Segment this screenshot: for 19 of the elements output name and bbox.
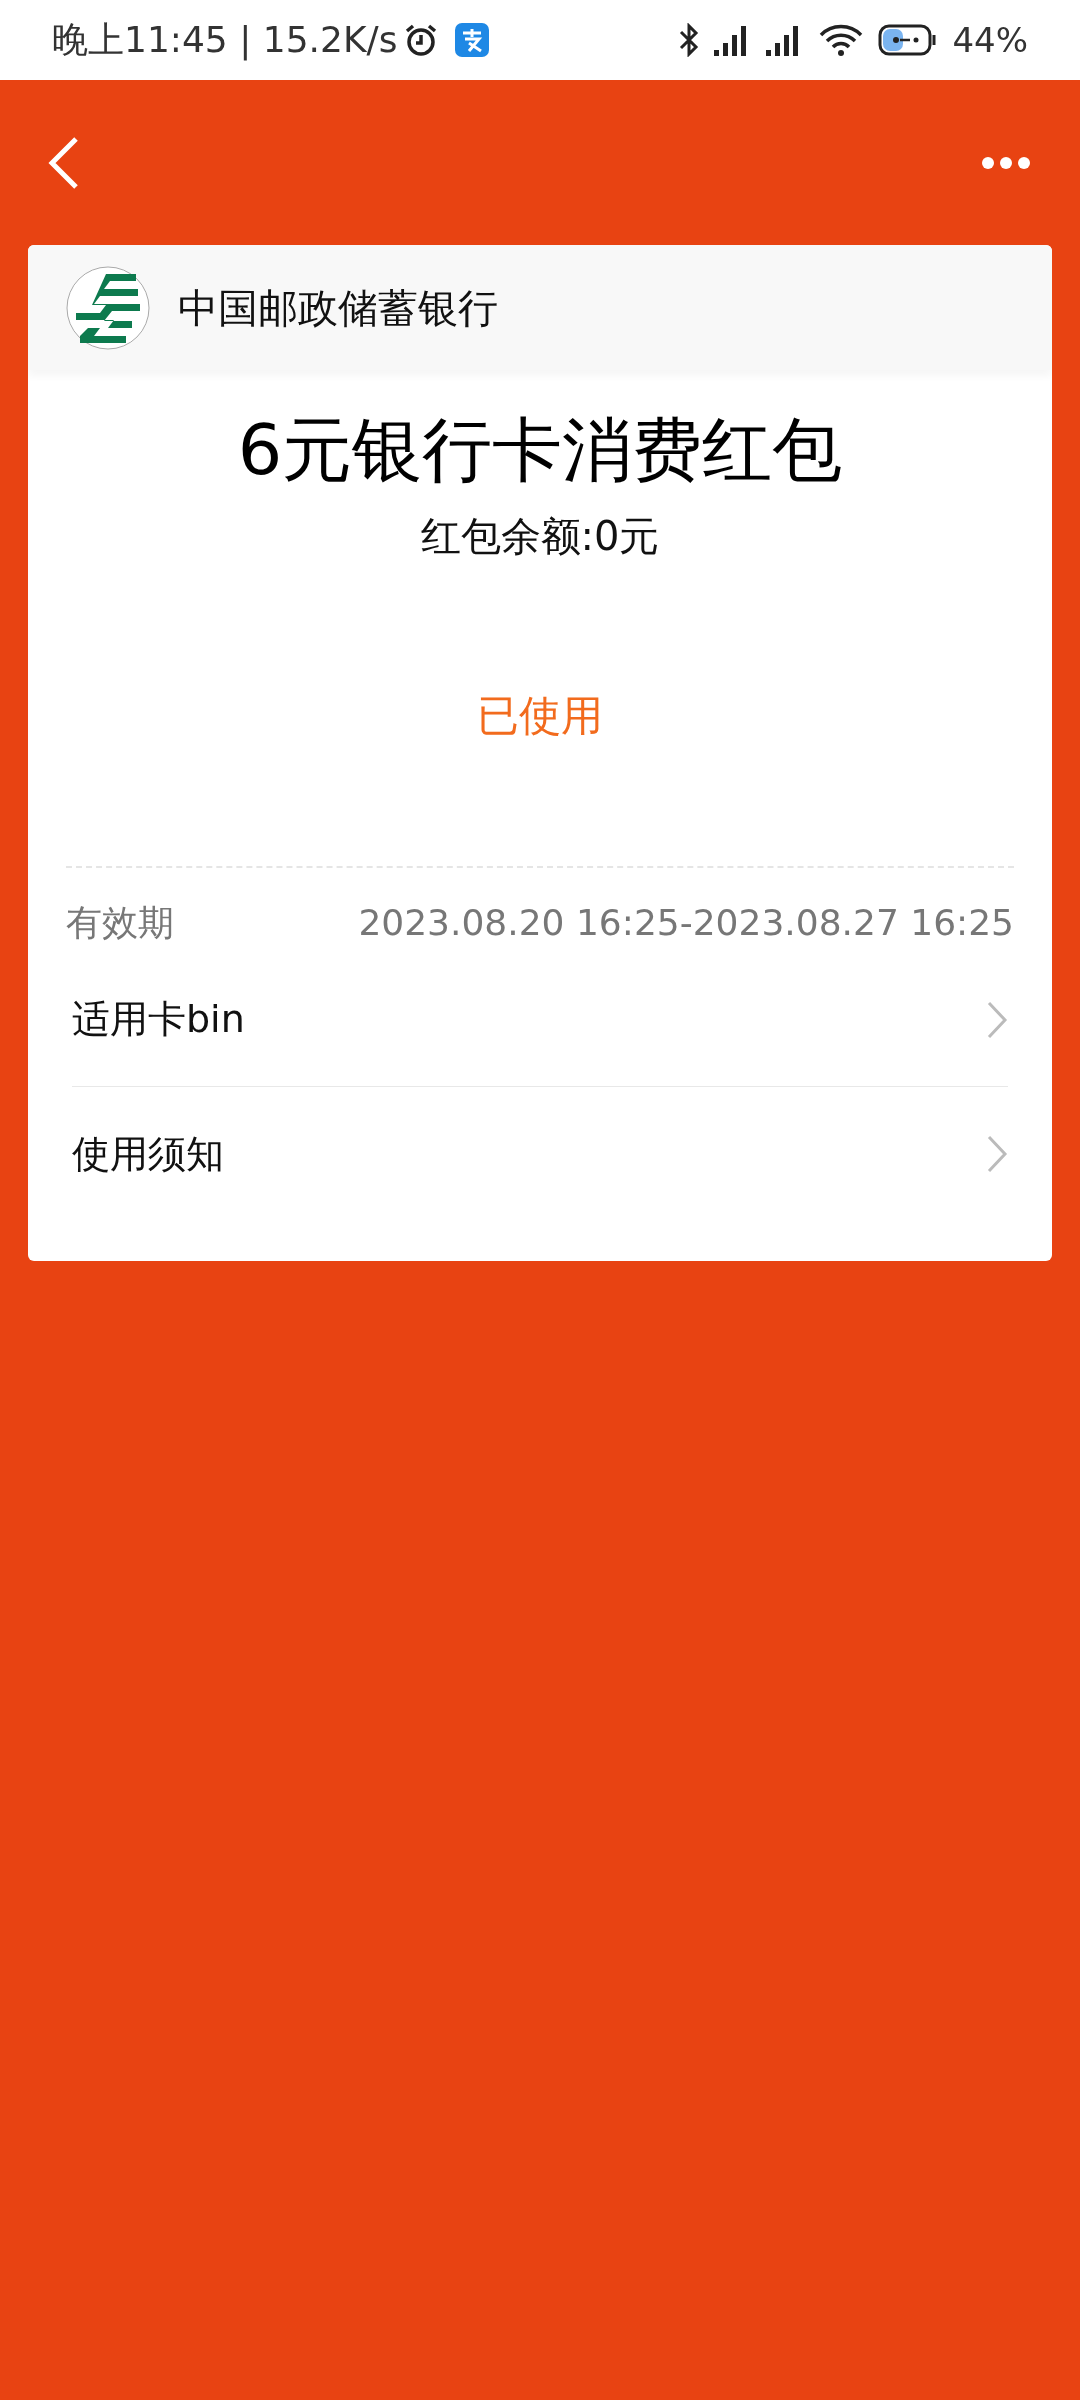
battery-level: 44% (952, 18, 1028, 62)
bank-logo-icon (66, 265, 150, 350)
coupon-title: 6元银行卡消费红包 (237, 408, 843, 493)
link-row[interactable]: 使用须知 (72, 1087, 1008, 1221)
wifi-icon (818, 24, 865, 56)
bank-name: 中国邮政储蓄银行 (178, 283, 498, 333)
status-time: 晚上11:45 | 15.2K/s (52, 18, 398, 63)
link-row[interactable]: 适用卡bin (72, 953, 1008, 1087)
app-icon (455, 23, 490, 57)
link-label: 适用卡bin (72, 996, 245, 1043)
link-label: 使用须知 (72, 1130, 224, 1178)
validity-value: 2023.08.20 16:25-2023.08.27 16:25 (358, 901, 1014, 945)
coupon-balance: 红包余额:0元 (420, 512, 660, 561)
chevron-right-icon (986, 1134, 1008, 1174)
battery-icon (878, 23, 939, 57)
bluetooth-icon (678, 23, 701, 57)
chevron-right-icon (986, 999, 1008, 1040)
validity-label: 有效期 (66, 901, 174, 945)
coupon-status: 已使用 (477, 690, 603, 742)
